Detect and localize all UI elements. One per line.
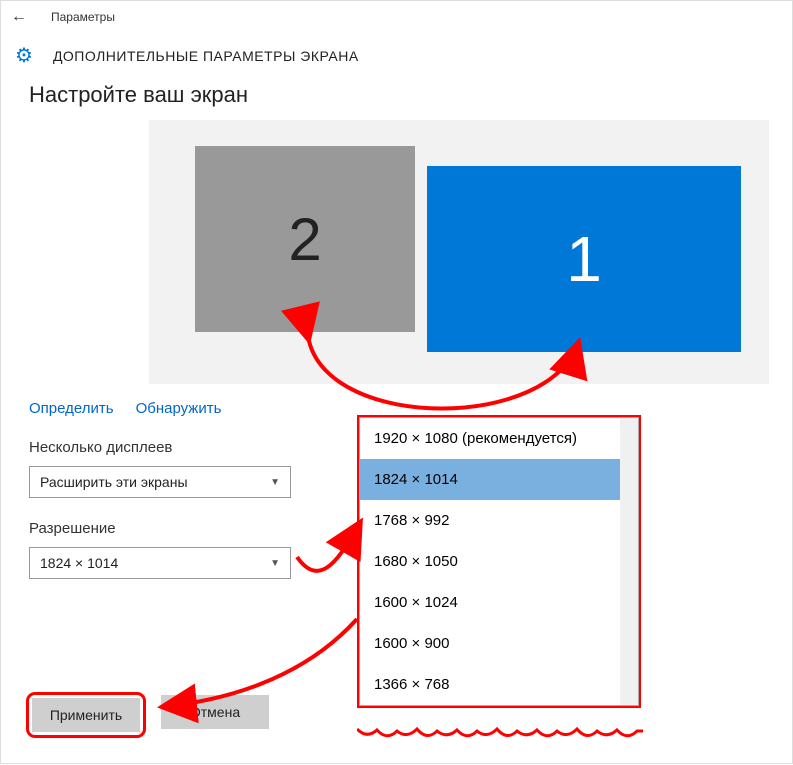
monitor-1-label: 1 xyxy=(566,222,602,296)
apply-button[interactable]: Применить xyxy=(32,698,140,732)
chevron-down-icon: ▼ xyxy=(270,477,280,488)
resolution-option[interactable]: 1824 × 1014 xyxy=(360,459,638,500)
page-subtitle: ДОПОЛНИТЕЛЬНЫЕ ПАРАМЕТРЫ ЭКРАНА xyxy=(53,48,359,64)
monitor-1[interactable]: 1 xyxy=(427,166,741,352)
resolution-option[interactable]: 1600 × 1024 xyxy=(360,582,638,623)
back-button[interactable]: ← xyxy=(11,8,27,26)
resolution-option[interactable]: 1600 × 900 xyxy=(360,623,638,664)
identify-link[interactable]: Определить xyxy=(29,400,114,417)
gear-icon: ⚙ xyxy=(15,43,33,68)
dropdown-scrollbar[interactable] xyxy=(620,418,638,705)
resolution-option[interactable]: 1680 × 1050 xyxy=(360,541,638,582)
resolution-value: 1824 × 1014 xyxy=(40,555,118,571)
monitor-2[interactable]: 2 xyxy=(195,146,415,332)
page-heading: Настройте ваш экран xyxy=(29,82,764,108)
monitor-2-label: 2 xyxy=(288,205,321,274)
apply-highlight-annotation: Применить xyxy=(29,695,143,735)
resolution-dropdown[interactable]: 1920 × 1080 (рекомендуется)1824 × 101417… xyxy=(359,417,639,706)
resolution-option[interactable]: 1366 × 768 xyxy=(360,664,638,705)
resolution-combo[interactable]: 1824 × 1014 ▼ xyxy=(29,547,291,579)
resolution-option[interactable]: 1768 × 992 xyxy=(360,500,638,541)
torn-edge-annotation xyxy=(357,725,643,743)
display-arrangement-area[interactable]: 2 1 xyxy=(149,120,769,384)
detect-link[interactable]: Обнаружить xyxy=(136,400,222,417)
cancel-button[interactable]: Отмена xyxy=(161,695,269,729)
window-title: Параметры xyxy=(51,10,115,24)
chevron-down-icon: ▼ xyxy=(270,558,280,569)
multiple-displays-combo[interactable]: Расширить эти экраны ▼ xyxy=(29,466,291,498)
resolution-option[interactable]: 1920 × 1080 (рекомендуется) xyxy=(360,418,638,459)
multiple-displays-value: Расширить эти экраны xyxy=(40,474,188,490)
